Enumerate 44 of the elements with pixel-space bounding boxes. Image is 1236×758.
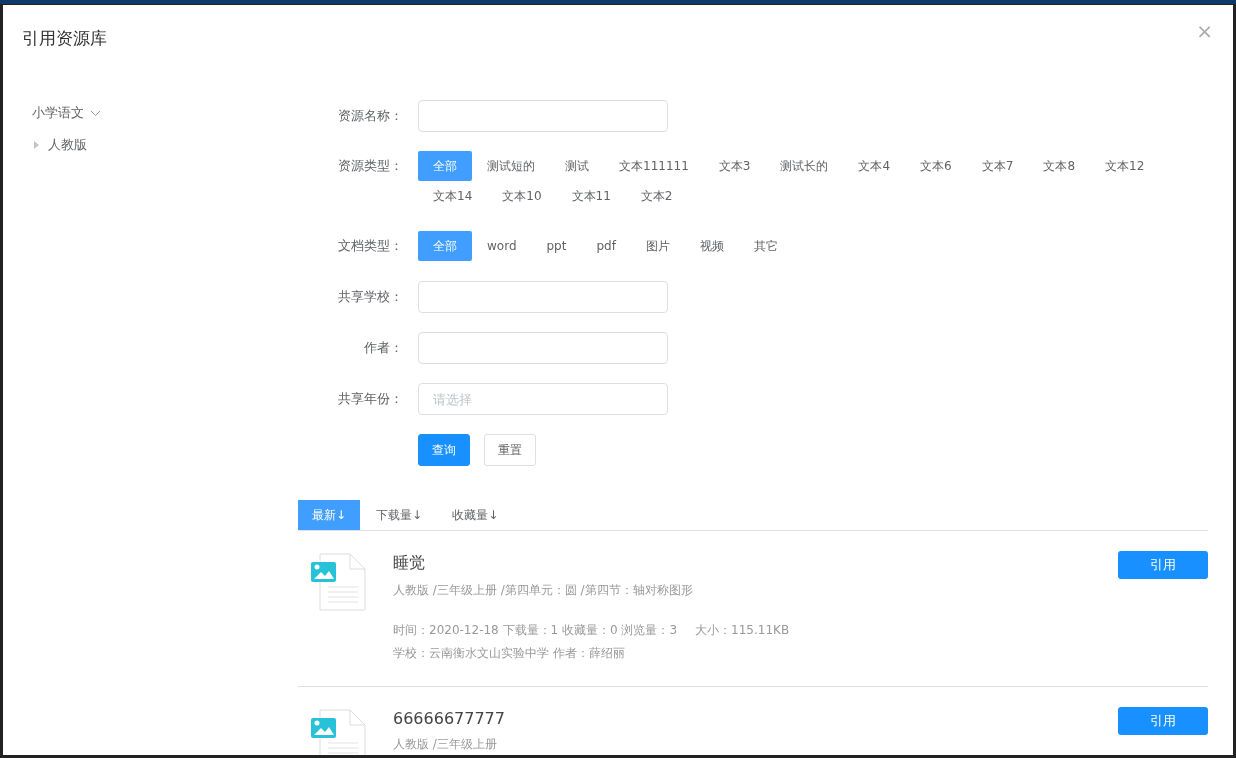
filter-tag[interactable]: 文本3 (703, 151, 766, 181)
image-file-icon (310, 553, 366, 611)
field-label: 资源名称： (337, 107, 404, 125)
filter-tag[interactable]: 视频 (684, 231, 739, 261)
filter-tag[interactable]: 文本12 (1090, 151, 1160, 181)
field-label: 文档类型： (337, 237, 404, 255)
reset-button[interactable]: 重置 (484, 434, 536, 466)
tree-item[interactable]: 小学语文 (32, 101, 298, 125)
resource-stats: 时间：2020-12-18 下载量：1 收藏量：0 浏览量：3 (393, 622, 678, 639)
resource-size: 大小：115.11KB (695, 622, 790, 639)
filter-tag[interactable]: 文本4 (843, 151, 906, 181)
resource-title: 66666677777 (393, 709, 506, 728)
filter-tag[interactable]: 测试 (550, 151, 604, 181)
filter-tag[interactable]: 文本10 (487, 181, 557, 211)
input-field[interactable] (418, 100, 668, 132)
resource-path: 人教版 /三年级上册 (393, 736, 498, 753)
input-field[interactable] (418, 281, 668, 313)
resource-path: 人教版 /三年级上册 /第四单元：圆 /第四节：轴对称图形 (393, 582, 694, 599)
resource-school: 学校：云南衡水文山实验中学 作者：薛绍丽 (393, 645, 626, 662)
input-field[interactable] (418, 332, 668, 364)
sort-tab[interactable]: 收藏量↓ (438, 500, 513, 530)
field-label: 共享学校： (337, 288, 404, 306)
filter-tag[interactable]: 文本7 (966, 151, 1029, 181)
field-label: 共享年份： (337, 390, 404, 408)
sort-tab[interactable]: 下载量↓ (362, 500, 437, 530)
select-field[interactable]: 请选择 (418, 383, 668, 415)
field-label: 资源类型： (337, 157, 404, 175)
filter-tag[interactable]: 其它 (738, 231, 793, 261)
filter-tag[interactable]: 文本8 (1028, 151, 1090, 181)
filter-tag[interactable]: ppt (531, 231, 582, 261)
resource-title: 睡觉 (393, 553, 426, 574)
filter-tag[interactable]: 文本6 (905, 151, 967, 181)
filter-tag[interactable]: 文本111111 (604, 151, 704, 181)
filter-tag[interactable]: 文本2 (625, 181, 688, 211)
filter-tag[interactable]: 测试短的 (472, 151, 550, 181)
filter-tag[interactable]: 文本11 (556, 181, 626, 211)
field-label: 作者： (363, 339, 404, 357)
filter-tag[interactable]: 图片 (630, 231, 685, 261)
tree-item[interactable]: 人教版 (32, 133, 298, 157)
filter-tag[interactable]: pdf (581, 231, 631, 261)
filter-tag[interactable]: 文本14 (418, 181, 488, 211)
filter-tag[interactable]: 测试长的 (765, 151, 844, 181)
filter-tag[interactable]: word (472, 231, 532, 261)
dialog-title: 引用资源库 (22, 27, 107, 50)
